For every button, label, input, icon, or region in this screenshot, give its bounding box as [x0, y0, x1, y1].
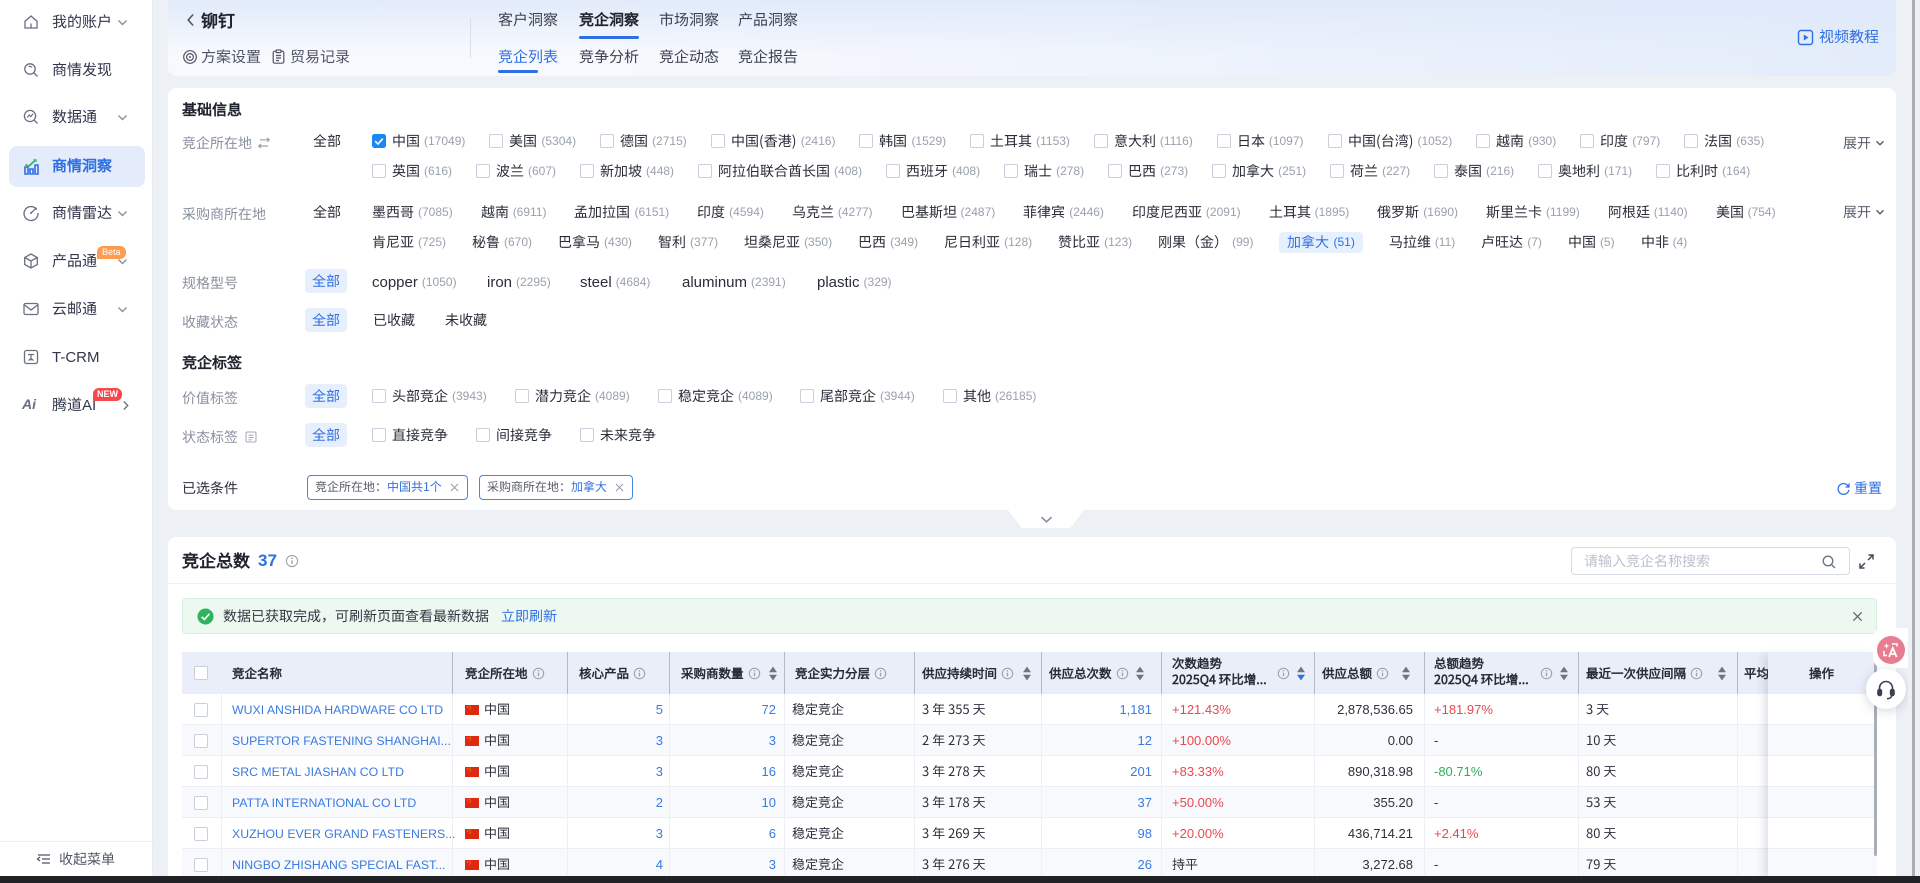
svg-text:Ai: Ai — [22, 396, 37, 412]
